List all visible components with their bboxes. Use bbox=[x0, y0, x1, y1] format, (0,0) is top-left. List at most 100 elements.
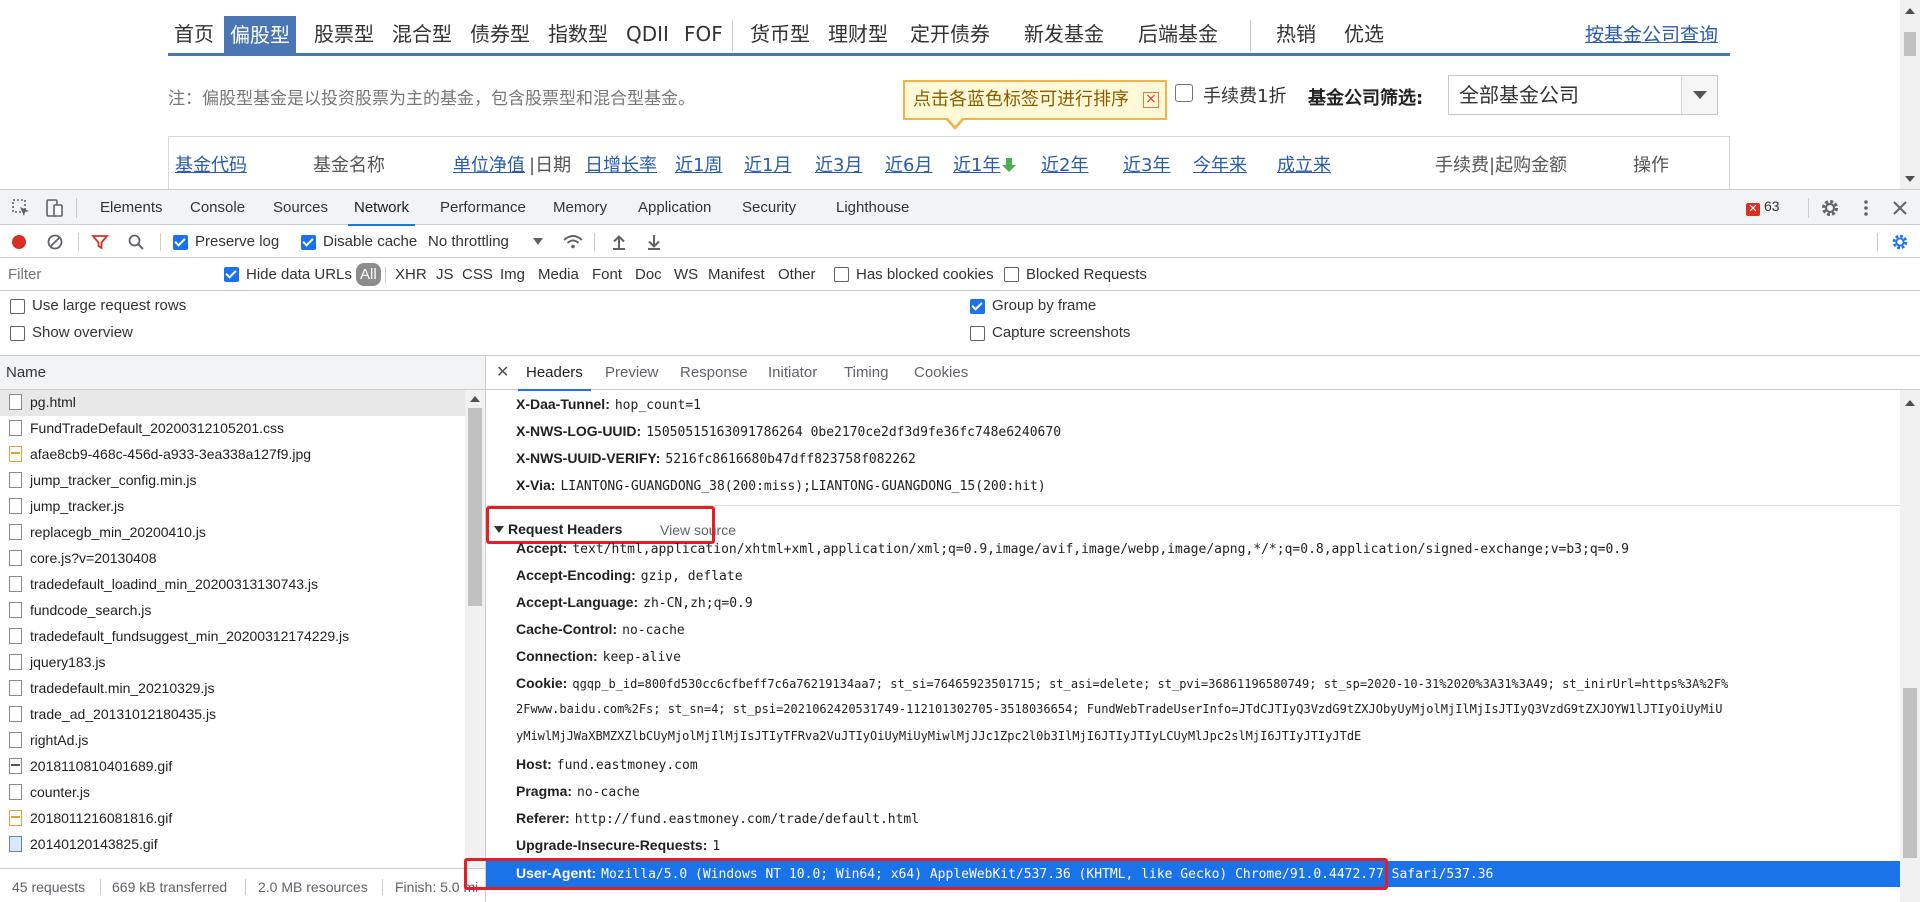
show-overview-checkbox[interactable] bbox=[10, 326, 25, 341]
request-list-scrollbar[interactable] bbox=[465, 390, 485, 868]
request-row[interactable]: core.js?v=20130408 bbox=[0, 546, 465, 572]
tab-timing[interactable]: Timing bbox=[844, 356, 888, 390]
filter-type-manifest[interactable]: Manifest bbox=[708, 266, 765, 283]
tab-memory[interactable]: Memory bbox=[553, 190, 607, 225]
filter-type-img[interactable]: Img bbox=[500, 266, 525, 283]
page-scroll-thumb[interactable] bbox=[1904, 32, 1916, 56]
company-query-link[interactable]: 按基金公司查询 bbox=[1585, 16, 1718, 54]
headers-scroll-thumb[interactable] bbox=[1903, 688, 1917, 858]
error-count-badge[interactable]: ✕ 63 bbox=[1746, 198, 1780, 216]
request-row[interactable]: 20140120143825.gif bbox=[0, 832, 465, 858]
nav-item-hot[interactable]: 热销 bbox=[1276, 15, 1316, 53]
inspect-element-icon[interactable] bbox=[10, 197, 32, 219]
col-1-year[interactable]: 近1年 bbox=[953, 151, 1017, 177]
tab-elements[interactable]: Elements bbox=[100, 190, 163, 225]
col-ytd[interactable]: 今年来 bbox=[1193, 151, 1247, 177]
request-row[interactable]: 2018110810401689.gif bbox=[0, 754, 465, 780]
request-list-scroll-thumb[interactable] bbox=[468, 408, 482, 606]
tab-sources[interactable]: Sources bbox=[273, 190, 328, 225]
gear-icon[interactable] bbox=[1819, 197, 1841, 219]
tab-preview[interactable]: Preview bbox=[605, 356, 658, 390]
network-conditions-icon[interactable] bbox=[562, 232, 584, 252]
export-har-icon[interactable] bbox=[645, 233, 663, 251]
network-settings-icon[interactable] bbox=[1890, 232, 1910, 252]
nav-item-fof[interactable]: FOF bbox=[684, 15, 723, 53]
request-row[interactable]: rightAd.js bbox=[0, 728, 465, 754]
tab-network[interactable]: Network bbox=[347, 190, 416, 226]
filter-type-ws[interactable]: WS bbox=[674, 266, 698, 283]
hide-data-urls-checkbox[interactable] bbox=[224, 267, 239, 282]
nav-item-bond[interactable]: 债券型 bbox=[470, 15, 530, 53]
page-scrollbar[interactable] bbox=[1900, 0, 1920, 189]
filter-input[interactable] bbox=[4, 263, 209, 286]
nav-item-fixed-term-bond[interactable]: 定开债券 bbox=[910, 15, 990, 53]
preserve-log-checkbox[interactable] bbox=[173, 235, 188, 250]
more-options-icon[interactable] bbox=[1855, 197, 1877, 219]
has-blocked-cookies-checkbox[interactable] bbox=[834, 267, 849, 282]
nav-item-hybrid[interactable]: 混合型 bbox=[392, 15, 452, 53]
request-row[interactable]: fundcode_search.js bbox=[0, 598, 465, 624]
col-fund-code[interactable]: 基金代码 bbox=[175, 151, 247, 177]
name-column-header[interactable]: Name bbox=[0, 356, 485, 390]
nav-item-home[interactable]: 首页 bbox=[174, 15, 214, 53]
capture-screenshots-checkbox[interactable] bbox=[970, 326, 985, 341]
request-row[interactable]: jump_tracker_config.min.js bbox=[0, 468, 465, 494]
large-rows-checkbox[interactable] bbox=[10, 299, 25, 314]
tab-initiator[interactable]: Initiator bbox=[768, 356, 817, 390]
request-row[interactable]: 2018011216081816.gif bbox=[0, 806, 465, 832]
col-6-month[interactable]: 近6月 bbox=[885, 151, 932, 177]
request-row[interactable]: trade_ad_20131012180435.js bbox=[0, 702, 465, 728]
tab-console[interactable]: Console bbox=[190, 190, 245, 225]
search-icon[interactable] bbox=[127, 233, 145, 251]
tab-security[interactable]: Security bbox=[742, 190, 796, 225]
nav-item-index[interactable]: 指数型 bbox=[548, 15, 608, 53]
filter-type-css[interactable]: CSS bbox=[462, 266, 493, 283]
request-row[interactable]: afae8cb9-468c-456d-a933-3ea338a127f9.jpg bbox=[0, 442, 465, 468]
nav-item-back-end[interactable]: 后端基金 bbox=[1138, 15, 1218, 53]
col-since-inception[interactable]: 成立来 bbox=[1277, 151, 1331, 177]
request-row[interactable]: tradedefault_loadind_min_20200313130743.… bbox=[0, 572, 465, 598]
request-row[interactable]: replacegb_min_20200410.js bbox=[0, 520, 465, 546]
nav-item-wealth[interactable]: 理财型 bbox=[828, 15, 888, 53]
col-daily-growth[interactable]: 日增长率 bbox=[585, 151, 657, 177]
filter-icon[interactable] bbox=[91, 233, 109, 251]
col-nav[interactable]: 单位净值 bbox=[453, 151, 525, 177]
request-row[interactable]: pg.html bbox=[0, 390, 465, 416]
nav-item-equity-biased[interactable]: 偏股型 bbox=[224, 16, 296, 54]
fee-discount-checkbox[interactable] bbox=[1175, 84, 1193, 102]
nav-item-money[interactable]: 货币型 bbox=[750, 15, 810, 53]
headers-scrollbar[interactable] bbox=[1900, 390, 1920, 902]
filter-type-media[interactable]: Media bbox=[538, 266, 579, 283]
import-har-icon[interactable] bbox=[610, 233, 628, 251]
tab-response[interactable]: Response bbox=[680, 356, 748, 390]
chevron-down-icon[interactable] bbox=[1681, 76, 1717, 114]
nav-item-qdii[interactable]: QDII bbox=[626, 15, 669, 53]
group-by-frame-checkbox[interactable] bbox=[970, 299, 985, 314]
disable-cache-checkbox[interactable] bbox=[301, 235, 316, 250]
filter-type-js[interactable]: JS bbox=[436, 266, 454, 283]
blocked-requests-checkbox[interactable] bbox=[1004, 267, 1019, 282]
col-1-week[interactable]: 近1周 bbox=[675, 151, 722, 177]
request-row[interactable]: tradedefault.min_20210329.js bbox=[0, 676, 465, 702]
company-filter-select[interactable]: 全部基金公司 bbox=[1448, 75, 1718, 115]
close-icon[interactable] bbox=[1889, 197, 1911, 219]
tab-headers[interactable]: Headers bbox=[518, 356, 591, 391]
tab-cookies[interactable]: Cookies bbox=[914, 356, 968, 390]
request-row[interactable]: jump_tracker.js bbox=[0, 494, 465, 520]
filter-type-font[interactable]: Font bbox=[592, 266, 622, 283]
close-icon[interactable]: × bbox=[1143, 92, 1159, 108]
scroll-up-icon[interactable] bbox=[1905, 400, 1915, 406]
filter-type-doc[interactable]: Doc bbox=[635, 266, 662, 283]
scroll-up-icon[interactable] bbox=[470, 396, 480, 402]
device-toolbar-icon[interactable] bbox=[43, 197, 65, 219]
tab-lighthouse[interactable]: Lighthouse bbox=[836, 190, 909, 225]
tab-performance[interactable]: Performance bbox=[440, 190, 526, 225]
col-3-year[interactable]: 近3年 bbox=[1123, 151, 1170, 177]
filter-type-all[interactable]: All bbox=[356, 263, 381, 286]
col-1-month[interactable]: 近1月 bbox=[744, 151, 791, 177]
filter-type-xhr[interactable]: XHR bbox=[395, 266, 427, 283]
close-icon[interactable]: ✕ bbox=[496, 362, 509, 382]
scroll-down-icon[interactable] bbox=[1905, 176, 1915, 182]
scroll-up-icon[interactable] bbox=[1905, 8, 1915, 14]
nav-item-selected[interactable]: 优选 bbox=[1344, 15, 1384, 53]
